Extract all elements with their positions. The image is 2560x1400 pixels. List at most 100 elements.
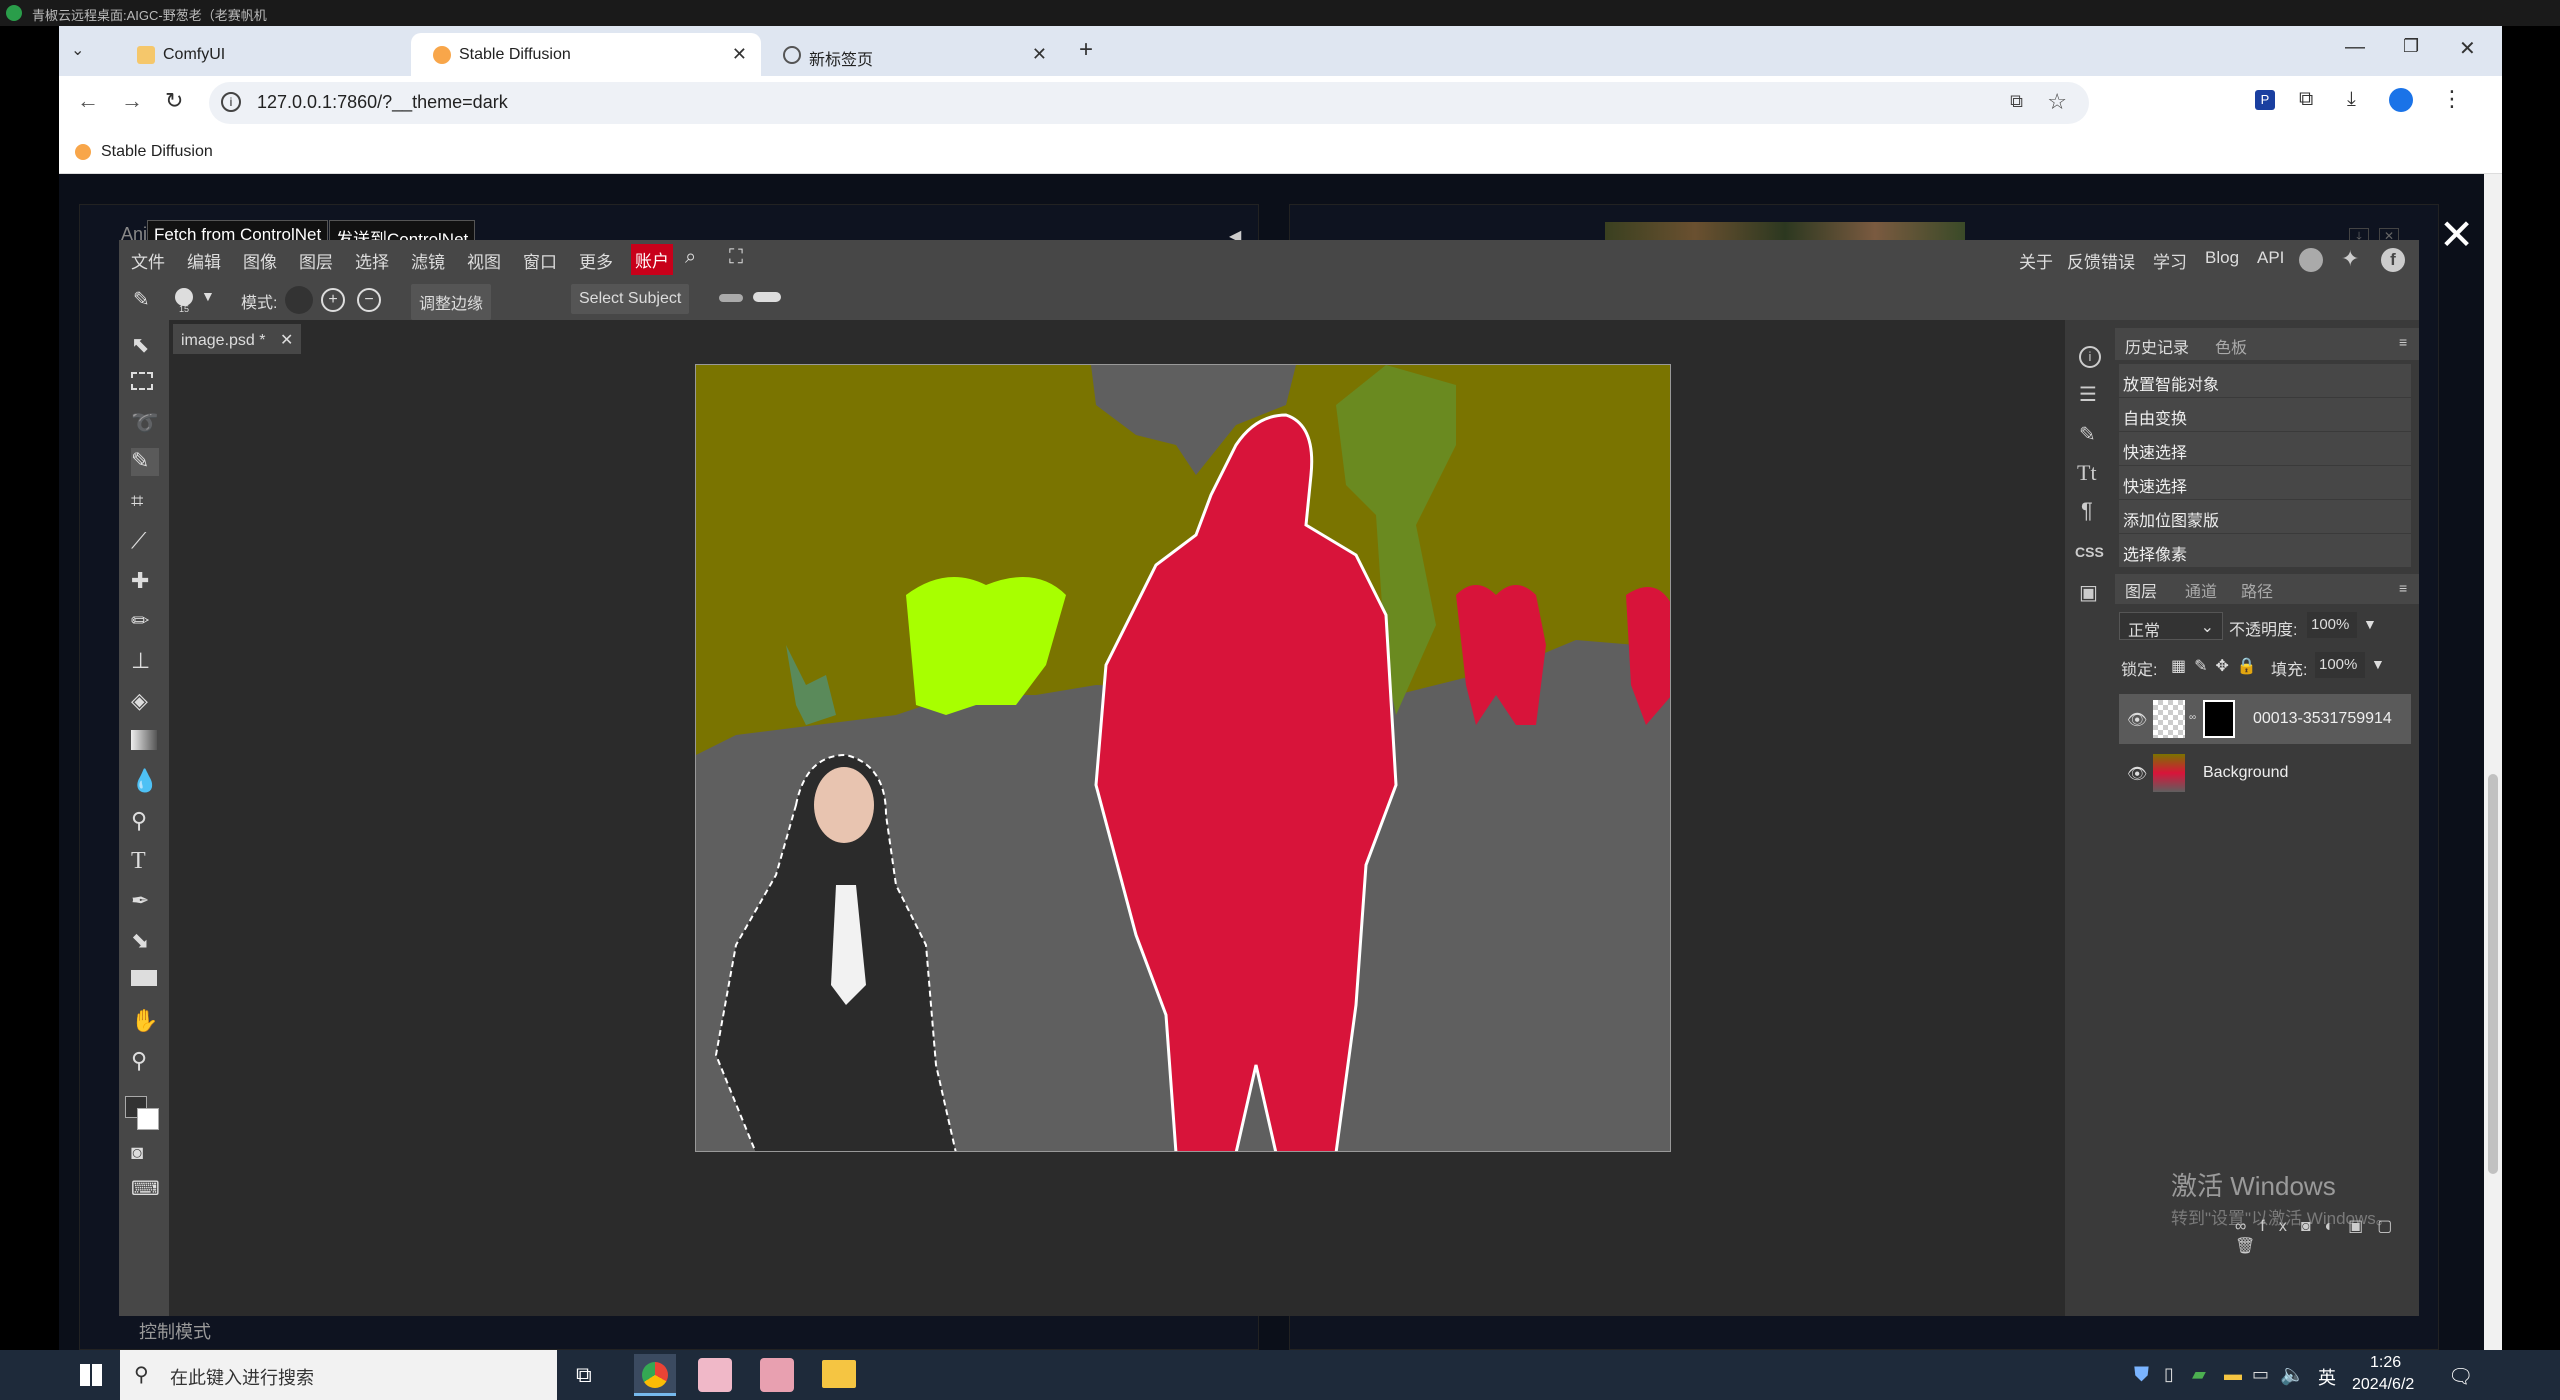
- menu-blog[interactable]: Blog: [2205, 248, 2239, 268]
- history-item[interactable]: 放置智能对象: [2119, 364, 2411, 397]
- info-icon[interactable]: i: [2079, 346, 2101, 368]
- security-shield-icon[interactable]: ⛊: [2134, 1364, 2149, 1387]
- stamp-tool-icon[interactable]: ⊥: [131, 648, 159, 676]
- forward-icon[interactable]: →: [121, 88, 143, 114]
- rectangle-tool-icon[interactable]: [131, 970, 157, 986]
- app-icon-anime-1[interactable]: [698, 1358, 732, 1392]
- brush-panel-icon[interactable]: ✎: [2079, 422, 2096, 447]
- eraser-tool-icon[interactable]: ◈: [131, 688, 159, 716]
- pen-tool-icon[interactable]: ✒: [131, 888, 159, 916]
- task-view-icon[interactable]: ⧉: [576, 1362, 592, 1388]
- dodge-tool-icon[interactable]: ⚲: [131, 808, 159, 836]
- blend-mode-select[interactable]: 正常 ⌄: [2119, 612, 2223, 640]
- opacity-input[interactable]: 100%: [2307, 612, 2357, 638]
- healing-tool-icon[interactable]: ✚: [131, 568, 159, 596]
- character-icon[interactable]: Tt: [2077, 460, 2097, 486]
- chevron-down-icon[interactable]: ▼: [201, 288, 215, 304]
- windows-start-icon[interactable]: [80, 1364, 102, 1386]
- close-window-icon[interactable]: ✕: [2459, 36, 2476, 61]
- address-bar[interactable]: i 127.0.0.1:7860/?__theme=dark ⧉ ☆: [209, 82, 2089, 124]
- lock-icons[interactable]: ▦✎✥🔒: [2171, 656, 2265, 676]
- menu-image[interactable]: 图像: [243, 248, 277, 273]
- fill-dropdown-icon[interactable]: ▼: [2371, 656, 2385, 672]
- tab-new-tab[interactable]: 新标签页 ✕: [761, 33, 1061, 76]
- menu-more[interactable]: 更多: [579, 248, 613, 273]
- translate-icon[interactable]: ⧉: [2010, 91, 2023, 112]
- menu-window[interactable]: 窗口: [523, 248, 557, 273]
- tab-history[interactable]: 历史记录: [2125, 334, 2189, 358]
- close-photopea-icon[interactable]: ✕: [2439, 210, 2474, 259]
- menu-edit[interactable]: 编辑: [187, 248, 221, 273]
- brush-tool-icon[interactable]: ✏: [131, 608, 159, 636]
- back-icon[interactable]: ←: [77, 88, 99, 114]
- gradient-tool-icon[interactable]: [131, 730, 157, 750]
- eye-icon[interactable]: 👁: [2127, 764, 2147, 784]
- tab-search-chevron-icon[interactable]: ⌄: [71, 40, 84, 60]
- taskbar-search[interactable]: ⚲ 在此键入进行搜索: [120, 1350, 557, 1400]
- image-panel-icon[interactable]: ▣: [2079, 580, 2098, 605]
- select-subject-button[interactable]: Select Subject: [571, 284, 690, 314]
- menu-layer[interactable]: 图层: [299, 248, 333, 273]
- usb-icon[interactable]: ▯: [2164, 1364, 2174, 1385]
- menu-account[interactable]: 账户: [631, 244, 673, 275]
- tab-stable-diffusion[interactable]: Stable Diffusion ✕: [411, 33, 761, 76]
- volume-icon[interactable]: 🔈: [2280, 1362, 2305, 1387]
- layers-menu-icon[interactable]: ≡: [2399, 580, 2407, 596]
- tray-folder-icon[interactable]: ▬: [2224, 1364, 2242, 1385]
- fullscreen-icon[interactable]: ⛶: [729, 246, 743, 269]
- doc-tab[interactable]: image.psd * ✕: [173, 324, 302, 354]
- subtract-selection-icon[interactable]: −: [357, 288, 381, 312]
- new-tab-plus-icon[interactable]: +: [1079, 36, 1093, 64]
- tab-swatches[interactable]: 色板: [2215, 334, 2247, 358]
- kebab-menu-icon[interactable]: ⋮: [2441, 86, 2463, 112]
- background-color-swatch[interactable]: [137, 1108, 159, 1130]
- site-info-icon[interactable]: i: [221, 92, 241, 112]
- text-tool-icon[interactable]: T: [131, 848, 159, 876]
- lasso-tool-icon[interactable]: ➰: [131, 410, 159, 438]
- bookmark-star-icon[interactable]: ☆: [2047, 89, 2067, 115]
- quick-select-tool-icon[interactable]: ✎: [133, 287, 150, 312]
- new-selection-icon[interactable]: [285, 286, 313, 314]
- menu-report-bug[interactable]: 反馈错误: [2067, 248, 2135, 273]
- adjustments-icon[interactable]: ☰: [2079, 382, 2097, 407]
- history-item[interactable]: 快速选择: [2119, 432, 2411, 465]
- extension-p-icon[interactable]: P: [2255, 90, 2275, 110]
- menu-api[interactable]: API: [2257, 248, 2284, 268]
- reddit-icon[interactable]: [2299, 248, 2323, 272]
- panel-menu-icon[interactable]: ≡: [2399, 334, 2407, 350]
- menu-filter[interactable]: 滤镜: [411, 248, 445, 273]
- history-item[interactable]: 快速选择: [2119, 466, 2411, 499]
- network-icon[interactable]: ▭: [2252, 1364, 2269, 1385]
- reload-icon[interactable]: ↻: [165, 88, 183, 114]
- add-selection-icon[interactable]: +: [321, 288, 345, 312]
- ime-indicator[interactable]: 英: [2318, 1364, 2336, 1390]
- page-scrollbar[interactable]: [2484, 174, 2502, 1350]
- move-tool-icon[interactable]: ⬉: [131, 332, 159, 360]
- path-select-tool-icon[interactable]: ⬊: [131, 928, 159, 956]
- search-icon[interactable]: ⌕: [685, 246, 696, 269]
- facebook-icon[interactable]: f: [2381, 248, 2405, 272]
- menu-file[interactable]: 文件: [131, 248, 165, 273]
- menu-learn[interactable]: 学习: [2153, 248, 2187, 273]
- history-item[interactable]: 添加位图蒙版: [2119, 500, 2411, 533]
- history-item[interactable]: 自由变换: [2119, 398, 2411, 431]
- history-item[interactable]: 选择像素: [2119, 534, 2411, 567]
- clock-date[interactable]: 2024/6/2: [2352, 1376, 2414, 1394]
- eyedropper-tool-icon[interactable]: ⟋: [131, 528, 159, 556]
- clock-time[interactable]: 1:26: [2370, 1354, 2401, 1372]
- minimize-icon[interactable]: —: [2345, 36, 2365, 59]
- profile-avatar-icon[interactable]: [2389, 88, 2413, 112]
- css-icon[interactable]: CSS: [2075, 544, 2104, 560]
- marquee-tool-icon[interactable]: [131, 372, 153, 390]
- tab-layers[interactable]: 图层: [2125, 578, 2157, 602]
- close-tab-icon[interactable]: ✕: [732, 44, 747, 65]
- sample-toggle-icon[interactable]: [719, 294, 743, 302]
- menu-view[interactable]: 视图: [467, 248, 501, 273]
- opacity-dropdown-icon[interactable]: ▼: [2363, 616, 2377, 632]
- close-tab-icon[interactable]: ✕: [1032, 44, 1047, 65]
- app-icon-anime-2[interactable]: [760, 1358, 794, 1392]
- layer-row[interactable]: 👁 ∞ 00013-3531759914: [2119, 694, 2411, 744]
- nvidia-icon[interactable]: ▰: [2192, 1364, 2206, 1385]
- layer-row[interactable]: 👁 Background: [2119, 748, 2411, 798]
- extensions-puzzle-icon[interactable]: ⧉: [2299, 88, 2313, 111]
